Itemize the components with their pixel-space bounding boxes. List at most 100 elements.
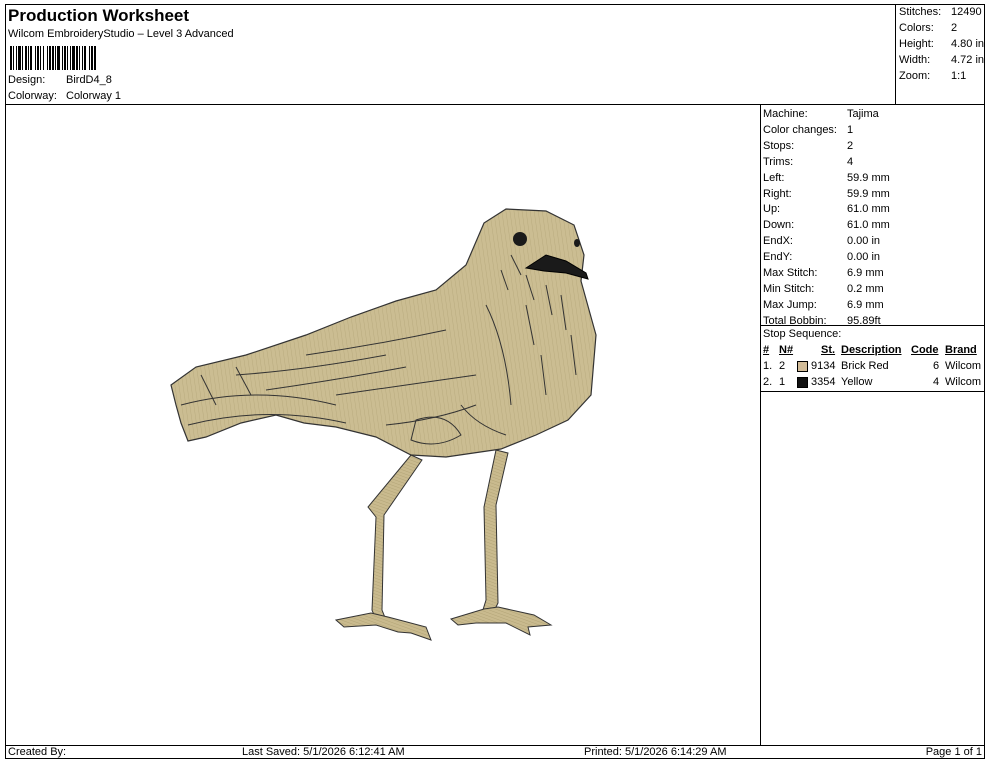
info-value: 61.0 mm xyxy=(847,219,890,232)
row-n: 2 xyxy=(779,360,786,372)
info-value: 0.2 mm xyxy=(847,282,884,295)
info-label: Up: xyxy=(763,203,781,216)
table-divider xyxy=(761,391,984,392)
production-worksheet: Production Worksheet Wilcom EmbroiderySt… xyxy=(5,4,985,759)
last-saved: Last Saved: 5/1/2026 6:12:41 AM xyxy=(242,746,405,758)
info-label: EndX: xyxy=(763,235,793,248)
color-swatch xyxy=(797,374,808,390)
row-st: 9134 xyxy=(811,360,836,372)
bird-eye xyxy=(513,232,527,246)
stat-value: 1:1 xyxy=(951,70,967,82)
barcode xyxy=(10,46,138,70)
row-num: 1. xyxy=(763,360,773,372)
table-row: 1. 2 9134 Brick Red 6 Wilcom xyxy=(761,358,984,374)
row-num: 2. xyxy=(763,376,773,388)
stop-table-header: # N# St. Description Code Brand xyxy=(761,342,984,358)
stop-sequence-table: # N# St. Description Code Brand 1. 2 913… xyxy=(761,342,984,392)
stop-sequence-title: Stop Sequence: xyxy=(761,325,984,341)
bird-embroidery-image xyxy=(170,208,597,641)
design-stats: Stitches: 12490 Colors: 2 Height: 4.80 i… xyxy=(895,5,984,105)
info-label: Max Stitch: xyxy=(763,267,818,279)
machine-info-row: EndX: 0.00 in xyxy=(763,233,983,249)
stat-label: Height: xyxy=(899,38,934,50)
colorway-value: Colorway 1 xyxy=(66,90,122,102)
left-foot xyxy=(334,612,432,641)
info-value: 6.9 mm xyxy=(847,298,884,311)
machine-info-row: Right: 59.9 mm xyxy=(763,186,983,202)
stat-label: Colors: xyxy=(899,22,934,34)
col-code: Code xyxy=(911,344,939,356)
col-num: # xyxy=(763,344,770,356)
stat-value: 4.80 in xyxy=(951,38,985,50)
info-value: Tajima xyxy=(847,108,879,120)
design-preview xyxy=(6,105,761,745)
machine-info-row: Down: 61.0 mm xyxy=(763,217,983,233)
table-row: 2. 1 3354 Yellow 4 Wilcom xyxy=(761,374,984,390)
design-value: BirdD4_8 xyxy=(66,74,112,86)
info-label: Color changes: xyxy=(763,123,837,136)
col-description: Description xyxy=(841,344,902,356)
created-by: Created By: xyxy=(8,746,67,758)
machine-info-row: Up: 61.0 mm xyxy=(763,201,983,217)
software-subtitle: Wilcom EmbroideryStudio – Level 3 Advanc… xyxy=(8,28,234,40)
row-code: 4 xyxy=(933,376,940,388)
machine-info-row: Color changes: 1 xyxy=(763,122,983,138)
right-leg xyxy=(481,449,509,616)
left-leg xyxy=(367,454,423,626)
info-value: 0.00 in xyxy=(847,235,881,248)
info-label: Min Stitch: xyxy=(763,282,815,295)
page-number: Page 1 of 1 xyxy=(925,746,982,758)
row-n: 1 xyxy=(779,376,786,388)
bird-eye-far xyxy=(574,239,580,247)
row-code: 6 xyxy=(933,360,940,372)
worksheet-header: Production Worksheet Wilcom EmbroiderySt… xyxy=(6,5,896,105)
row-description: Brick Red xyxy=(841,360,889,372)
info-value: 2 xyxy=(847,139,854,152)
right-foot xyxy=(449,606,553,636)
machine-info-row: Machine: Tajima xyxy=(763,106,983,122)
info-label: Left: xyxy=(763,171,785,184)
stat-label: Stitches: xyxy=(899,6,942,18)
info-value: 4 xyxy=(847,155,854,168)
machine-info-row: Max Jump: 6.9 mm xyxy=(763,297,983,313)
col-st: St. xyxy=(821,344,836,356)
machine-info-row: EndY: 0.00 in xyxy=(763,249,983,265)
stat-value: 2 xyxy=(951,22,958,34)
info-value: 6.9 mm xyxy=(847,267,884,279)
page-title: Production Worksheet xyxy=(8,6,190,25)
row-st: 3354 xyxy=(811,376,836,388)
col-n: N# xyxy=(779,344,794,356)
row-brand: Wilcom xyxy=(945,376,982,388)
info-value: 61.0 mm xyxy=(847,203,890,216)
machine-info-row: Max Stitch: 6.9 mm xyxy=(763,265,983,281)
printed-date: Printed: 5/1/2026 6:14:29 AM xyxy=(584,746,727,758)
stat-label: Width: xyxy=(899,54,931,66)
info-label: Down: xyxy=(763,219,795,232)
info-label: Machine: xyxy=(763,108,808,120)
design-label: Design: xyxy=(8,74,46,86)
info-value: 59.9 mm xyxy=(847,187,890,200)
machine-info-row: Trims: 4 xyxy=(763,154,983,170)
worksheet-footer: Created By: Last Saved: 5/1/2026 6:12:41… xyxy=(6,745,984,759)
machine-info-row: Min Stitch: 0.2 mm xyxy=(763,281,983,297)
row-brand: Wilcom xyxy=(945,360,982,372)
info-value: 0.00 in xyxy=(847,251,881,264)
bird-body xyxy=(170,208,597,458)
machine-info-panel: Machine: Tajima Color changes: 1 Stops: 2 Trim… xyxy=(761,105,984,745)
row-description: Yellow xyxy=(841,376,873,388)
color-swatch xyxy=(797,358,808,374)
info-label: Stops: xyxy=(763,139,795,152)
info-label: Right: xyxy=(763,187,792,200)
machine-info-row: Left: 59.9 mm xyxy=(763,170,983,186)
info-value: 59.9 mm xyxy=(847,171,890,184)
stat-value: 4.72 in xyxy=(951,54,985,66)
info-label: Trims: xyxy=(763,155,794,168)
stat-value: 12490 xyxy=(951,6,982,18)
info-label: Max Jump: xyxy=(763,298,817,311)
machine-info-row: Stops: 2 xyxy=(763,138,983,154)
colorway-label: Colorway: xyxy=(8,90,57,102)
info-value: 1 xyxy=(847,123,854,136)
info-label: EndY: xyxy=(763,251,793,264)
stat-label: Zoom: xyxy=(899,70,931,82)
col-brand: Brand xyxy=(945,344,977,356)
